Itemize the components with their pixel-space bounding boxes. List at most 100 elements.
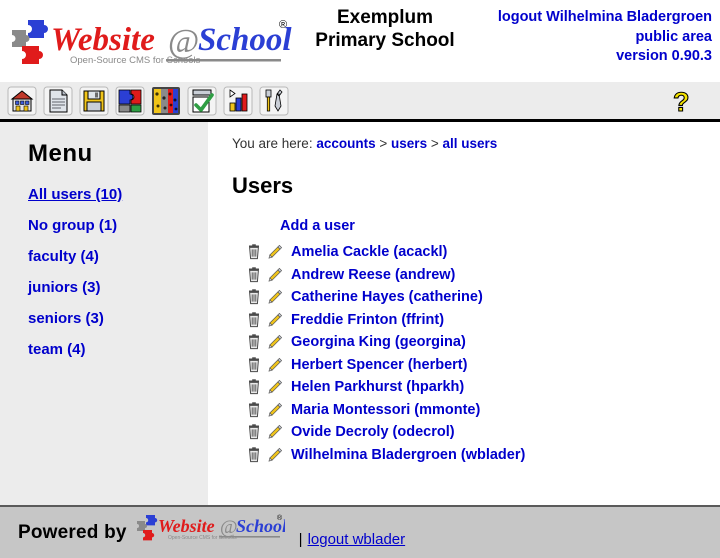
trash-icon[interactable] xyxy=(246,334,262,350)
svg-text:®: ® xyxy=(279,19,287,31)
sidebar-link-team[interactable]: team (4) xyxy=(28,341,86,358)
sidebar-title: Menu xyxy=(28,140,93,167)
user-row: Ovide Decroly (odecrol) xyxy=(246,421,720,444)
user-list: Amelia Cackle (acackl) Andrew Reese (andr… xyxy=(232,241,720,466)
add-user-button[interactable]: Add a user xyxy=(280,218,355,234)
school-name-line2: Primary School xyxy=(315,30,455,52)
breadcrumb-link-all-users[interactable]: all users xyxy=(443,136,498,151)
page-body: Menu All users (10) No group (1) faculty… xyxy=(0,122,720,505)
sidebar-item-no-group[interactable]: No group (1) xyxy=(28,217,208,235)
user-link[interactable]: Wilhelmina Bladergroen (wblader) xyxy=(291,447,525,463)
page-header: Website @ School ® Open-Source CMS for S… xyxy=(0,0,720,82)
page-footer: Powered by Website @ School ® Open-Sourc… xyxy=(0,505,720,558)
add-user-row: Add a user xyxy=(232,217,720,235)
svg-text:Website: Website xyxy=(51,22,155,58)
sidebar-link-seniors[interactable]: seniors (3) xyxy=(28,310,104,327)
breadcrumb-link-accounts[interactable]: accounts xyxy=(316,136,375,151)
trash-icon[interactable] xyxy=(246,244,262,260)
svg-text:Open-Source CMS for Schools: Open-Source CMS for Schools xyxy=(168,535,237,541)
user-link[interactable]: Catherine Hayes (catherine) xyxy=(291,289,483,305)
breadcrumb-prefix: You are here: xyxy=(232,136,313,151)
pencil-icon[interactable] xyxy=(267,357,283,373)
trash-icon[interactable] xyxy=(246,267,262,283)
page-title: Users xyxy=(232,173,294,198)
sidebar-link-faculty[interactable]: faculty (4) xyxy=(28,248,99,265)
help-icon[interactable]: ? xyxy=(668,86,700,118)
user-link[interactable]: Helen Parkhurst (hparkh) xyxy=(291,379,464,395)
footer-logo[interactable]: Website @ School ® Open-Source CMS for S… xyxy=(135,512,287,551)
school-name: Exemplum Primary School xyxy=(300,6,470,52)
svg-text:Website: Website xyxy=(158,516,215,536)
user-row: Freddie Frinton (ffrint) xyxy=(246,309,720,332)
pencil-icon[interactable] xyxy=(267,267,283,283)
pencil-icon[interactable] xyxy=(267,334,283,350)
pencil-icon[interactable] xyxy=(267,379,283,395)
user-row: Amelia Cackle (acackl) xyxy=(246,241,720,264)
modules-icon[interactable] xyxy=(114,85,146,117)
sidebar-link-no-group[interactable]: No group (1) xyxy=(28,217,117,234)
sidebar-item-faculty[interactable]: faculty (4) xyxy=(28,248,208,266)
user-link[interactable]: Maria Montessori (mmonte) xyxy=(291,402,480,418)
pencil-icon[interactable] xyxy=(267,447,283,463)
pencil-icon[interactable] xyxy=(267,289,283,305)
trash-icon[interactable] xyxy=(246,289,262,305)
save-icon[interactable] xyxy=(78,85,110,117)
user-link[interactable]: Ovide Decroly (odecrol) xyxy=(291,424,455,440)
app-window: Website @ School ® Open-Source CMS for S… xyxy=(0,0,720,558)
pencil-icon[interactable] xyxy=(267,402,283,418)
header-area-label: public area xyxy=(635,28,712,45)
header-logout-link[interactable]: logout Wilhelmina Bladergroen xyxy=(498,9,712,25)
user-row: Herbert Spencer (herbert) xyxy=(246,354,720,377)
sidebar-item-all-users[interactable]: All users (10) xyxy=(28,186,208,204)
site-logo[interactable]: Website @ School ® Open-Source CMS for S… xyxy=(8,14,293,72)
svg-text:?: ? xyxy=(673,87,690,117)
footer-separator: | xyxy=(298,531,303,548)
header-version-label: version 0.90.3 xyxy=(616,48,712,65)
sidebar-link-juniors[interactable]: juniors (3) xyxy=(28,279,101,296)
pencil-icon[interactable] xyxy=(267,312,283,328)
user-row: Wilhelmina Bladergroen (wblader) xyxy=(246,444,720,467)
sidebar-item-juniors[interactable]: juniors (3) xyxy=(28,279,208,297)
user-link[interactable]: Freddie Frinton (ffrint) xyxy=(291,312,444,328)
trash-icon[interactable] xyxy=(246,447,262,463)
user-link[interactable]: Herbert Spencer (herbert) xyxy=(291,357,467,373)
header-user-info: logout Wilhelmina Bladergroen public are… xyxy=(498,8,712,67)
main-toolbar: ? xyxy=(0,82,720,122)
sidebar-item-seniors[interactable]: seniors (3) xyxy=(28,310,208,328)
footer-logo-svg: Website @ School ® Open-Source CMS for S… xyxy=(136,514,287,541)
breadcrumb-link-users[interactable]: users xyxy=(391,136,427,151)
user-row: Andrew Reese (andrew) xyxy=(246,264,720,287)
school-name-line1: Exemplum xyxy=(336,7,434,28)
user-link[interactable]: Georgina King (georgina) xyxy=(291,334,466,350)
school-icon[interactable] xyxy=(6,85,38,117)
help-icon-container[interactable]: ? xyxy=(668,86,700,123)
breadcrumb: You are here: accounts > users > all use… xyxy=(232,136,720,151)
footer-logout-link[interactable]: logout wblader xyxy=(308,531,406,548)
user-row: Helen Parkhurst (hparkh) xyxy=(246,376,720,399)
user-row: Maria Montessori (mmonte) xyxy=(246,399,720,422)
breadcrumb-separator-1: > xyxy=(379,136,388,151)
user-link[interactable]: Andrew Reese (andrew) xyxy=(291,267,455,283)
trash-icon[interactable] xyxy=(246,424,262,440)
trash-icon[interactable] xyxy=(246,402,262,418)
user-link[interactable]: Amelia Cackle (acackl) xyxy=(291,244,447,260)
pencil-icon[interactable] xyxy=(267,244,283,260)
pencil-icon[interactable] xyxy=(267,424,283,440)
pages-icon[interactable] xyxy=(150,85,182,117)
user-row: Catherine Hayes (catherine) xyxy=(246,286,720,309)
statistics-icon[interactable] xyxy=(222,85,254,117)
tools-icon[interactable] xyxy=(258,85,290,117)
page-icon[interactable] xyxy=(42,85,74,117)
trash-icon[interactable] xyxy=(246,312,262,328)
powered-by-label: Powered by xyxy=(18,521,127,543)
sidebar-link-all-users[interactable]: All users (10) xyxy=(28,186,122,203)
tasks-icon[interactable] xyxy=(186,85,218,117)
breadcrumb-separator-2: > xyxy=(430,136,439,151)
main-content: You are here: accounts > users > all use… xyxy=(214,122,720,505)
user-row: Georgina King (georgina) xyxy=(246,331,720,354)
sidebar-menu: All users (10) No group (1) faculty (4) … xyxy=(28,186,208,359)
trash-icon[interactable] xyxy=(246,379,262,395)
svg-text:®: ® xyxy=(277,514,283,522)
sidebar-item-team[interactable]: team (4) xyxy=(28,341,208,359)
trash-icon[interactable] xyxy=(246,357,262,373)
